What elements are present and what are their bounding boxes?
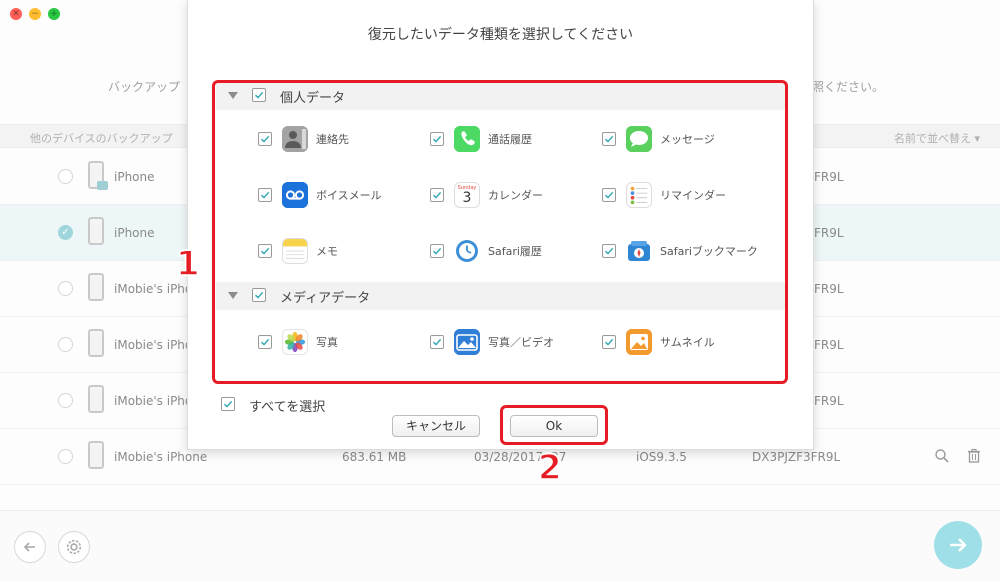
serial-tail: FR9L: [814, 282, 844, 296]
window-controls: ✕ − +: [10, 8, 60, 20]
gear-icon: [66, 539, 82, 555]
backup-radio-checked[interactable]: ✓: [58, 225, 73, 240]
serial-tail: FR9L: [814, 338, 844, 352]
ios-version: iOS9.3.5: [636, 450, 687, 464]
serial-tail: FR9L: [814, 226, 844, 240]
search-icon[interactable]: [934, 448, 950, 464]
backup-radio[interactable]: [58, 337, 73, 352]
backup-radio[interactable]: [58, 449, 73, 464]
close-window-button[interactable]: ✕: [10, 8, 22, 20]
next-button[interactable]: [934, 521, 982, 569]
backup-radio[interactable]: [58, 169, 73, 184]
iphone-icon: [88, 273, 104, 301]
sort-by-name-dropdown[interactable]: 名前で並べ替え ▾: [894, 130, 980, 146]
trash-icon[interactable]: [966, 448, 982, 464]
instruction-text: バックアップ: [108, 80, 181, 94]
device-name: iMobie's iPhone: [114, 450, 208, 464]
iphone-icon: [88, 329, 104, 357]
minimize-window-button[interactable]: −: [29, 8, 41, 20]
arrow-right-icon: [950, 538, 967, 552]
iphone-icon: [88, 385, 104, 413]
backup-radio[interactable]: [58, 281, 73, 296]
cancel-button[interactable]: キャンセル: [392, 415, 480, 437]
arrow-left-icon: [23, 542, 35, 552]
select-all-checkbox[interactable]: [221, 397, 235, 411]
back-button[interactable]: [14, 531, 46, 563]
serial-tail: FR9L: [814, 394, 844, 408]
serial-tail: FR9L: [814, 170, 844, 184]
annotation-box-2: [500, 405, 608, 445]
iphone-icon: [88, 441, 104, 469]
annotation-box-1: [212, 80, 788, 384]
select-all-label: すべてを選択: [249, 400, 326, 415]
device-name: iPhone: [114, 226, 155, 240]
maximize-window-button[interactable]: +: [48, 8, 60, 20]
backup-size: 683.61 MB: [342, 450, 407, 464]
device-name: iPhone: [114, 170, 155, 184]
instruction-text-tail: 照ください。: [812, 80, 885, 94]
other-device-backups-label: 他のデバイスのバックアップ: [30, 132, 173, 145]
dialog-title: 復元したいデータ種類を選択してください: [367, 27, 634, 43]
serial-number: DX3PJZF3FR9L: [752, 450, 841, 464]
annotation-number-1: 1: [175, 243, 200, 285]
settings-button[interactable]: [58, 531, 90, 563]
backup-radio[interactable]: [58, 393, 73, 408]
footer-bar: [0, 510, 1000, 581]
iphone-icon: [88, 217, 104, 245]
iphone-icon: [88, 161, 108, 190]
annotation-number-2: 2: [537, 447, 562, 489]
lock-icon: [97, 181, 108, 190]
